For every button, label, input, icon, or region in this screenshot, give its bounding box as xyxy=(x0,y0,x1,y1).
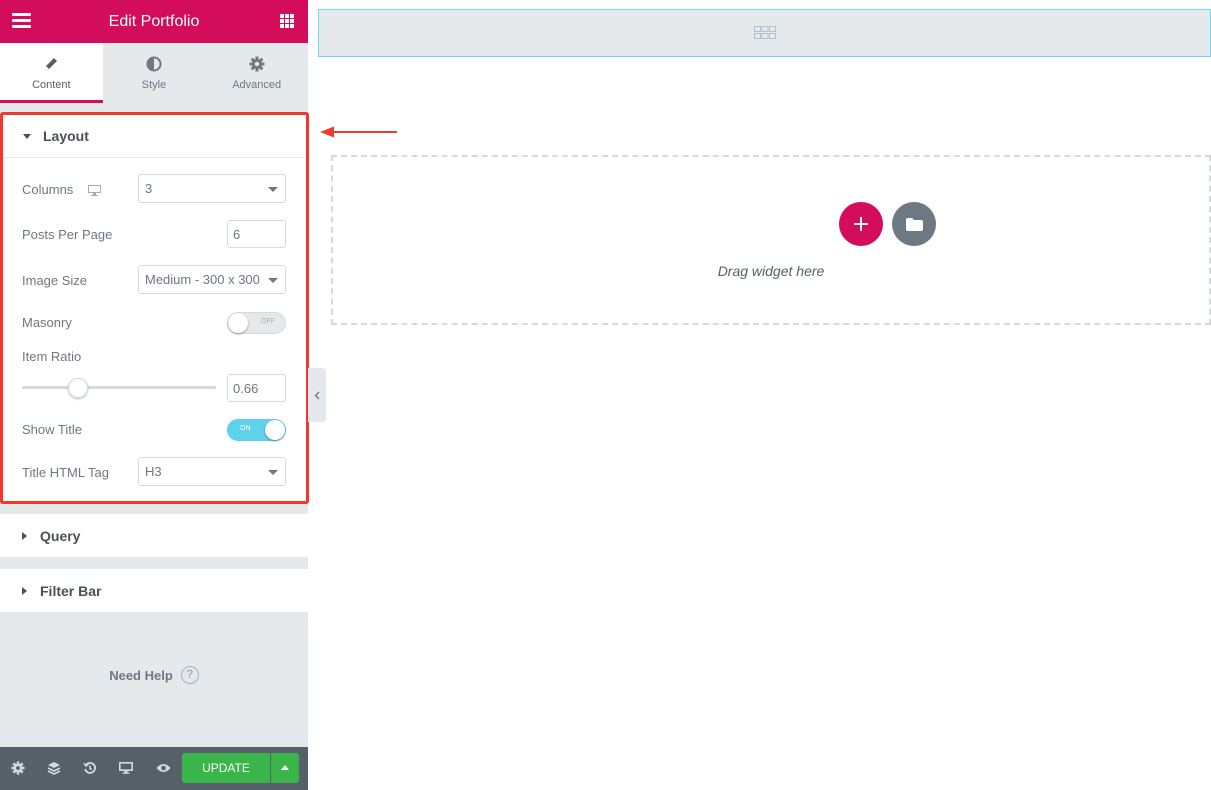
panel-header: Edit Portfolio xyxy=(0,0,308,43)
masonry-label: Masonry xyxy=(22,315,72,330)
toggle-knob xyxy=(228,313,248,333)
panel-footer: UPDATE xyxy=(0,747,308,790)
caret-down-icon xyxy=(23,133,31,139)
show-title-label: Show Title xyxy=(22,422,82,437)
query-section[interactable]: Query xyxy=(0,514,308,557)
drag-widget-text: Drag widget here xyxy=(717,263,825,279)
columns-label: Columns xyxy=(22,182,74,197)
caret-right-icon xyxy=(22,531,27,540)
add-section-button[interactable] xyxy=(839,202,883,246)
need-help-link[interactable]: Need Help ? xyxy=(0,666,308,684)
filter-bar-section-header[interactable]: Filter Bar xyxy=(0,569,308,612)
hamburger-icon[interactable] xyxy=(12,13,31,29)
chevron-down-icon xyxy=(268,187,278,192)
panel-title: Edit Portfolio xyxy=(108,12,200,30)
chevron-down-icon xyxy=(268,278,278,283)
tab-style[interactable]: Style xyxy=(103,43,206,103)
columns-select[interactable]: 3 xyxy=(138,174,286,203)
show-title-state: ON xyxy=(240,425,251,432)
image-size-select[interactable]: Medium - 300 x 300 xyxy=(138,265,286,294)
tab-advanced[interactable]: Advanced xyxy=(205,43,308,103)
gear-icon xyxy=(205,55,308,73)
item-ratio-value: 0.66 xyxy=(233,381,259,396)
columns-grid-icon xyxy=(753,26,776,39)
grid-icon[interactable] xyxy=(280,14,294,28)
posts-per-page-input[interactable]: 6 xyxy=(227,220,286,248)
desktop-icon[interactable] xyxy=(88,183,101,201)
layers-icon[interactable] xyxy=(45,759,63,777)
add-template-button[interactable] xyxy=(892,202,936,246)
caret-right-icon xyxy=(22,586,27,595)
panel-collapse-handle[interactable] xyxy=(308,368,326,422)
columns-value: 3 xyxy=(145,181,153,196)
responsive-icon[interactable] xyxy=(117,759,135,777)
update-button[interactable]: UPDATE xyxy=(182,753,270,783)
image-size-label: Image Size xyxy=(22,273,88,288)
title-html-tag-value: H3 xyxy=(145,464,162,479)
title-html-tag-label: Title HTML Tag xyxy=(22,465,109,480)
pencil-icon xyxy=(0,55,103,73)
layout-section: Layout Columns 3 Posts Per Page 6 Image … xyxy=(0,112,309,504)
history-icon[interactable] xyxy=(81,759,99,777)
tab-content-label: Content xyxy=(32,79,71,91)
panel-tabs: Content Style Advanced xyxy=(0,43,308,103)
masonry-state: OFF xyxy=(261,318,275,325)
item-ratio-label: Item Ratio xyxy=(22,349,82,364)
chevron-left-icon xyxy=(314,391,320,399)
need-help-label: Need Help xyxy=(109,667,173,683)
tab-content[interactable]: Content xyxy=(0,43,103,103)
toggle-knob xyxy=(265,420,285,440)
red-arrow-annotation xyxy=(320,126,397,138)
settings-icon[interactable] xyxy=(9,759,27,777)
tab-advanced-label: Advanced xyxy=(232,79,282,91)
show-title-toggle[interactable]: ON xyxy=(227,419,286,441)
plus-icon xyxy=(854,217,868,231)
empty-section[interactable] xyxy=(318,9,1211,57)
layout-section-title: Layout xyxy=(43,128,89,144)
masonry-toggle[interactable]: OFF xyxy=(227,312,286,334)
slider-handle[interactable] xyxy=(68,378,89,398)
update-options-button[interactable] xyxy=(271,753,299,783)
chevron-down-icon xyxy=(268,470,278,475)
filter-bar-section[interactable]: Filter Bar xyxy=(0,569,308,612)
title-html-tag-select[interactable]: H3 xyxy=(138,457,286,486)
question-icon: ? xyxy=(180,666,199,684)
folder-icon xyxy=(905,217,923,231)
posts-per-page-label: Posts Per Page xyxy=(22,227,113,242)
item-ratio-slider[interactable] xyxy=(22,378,216,398)
item-ratio-input[interactable]: 0.66 xyxy=(227,374,286,402)
preview-icon[interactable] xyxy=(154,759,172,777)
tab-style-label: Style xyxy=(141,79,167,91)
posts-per-page-value: 6 xyxy=(233,227,241,242)
query-section-title: Query xyxy=(40,527,81,544)
filter-bar-section-title: Filter Bar xyxy=(40,582,102,599)
widget-drop-area[interactable]: Drag widget here xyxy=(331,155,1211,325)
layout-section-header[interactable]: Layout xyxy=(3,115,306,158)
query-section-header[interactable]: Query xyxy=(0,514,308,557)
editor-panel: Edit Portfolio Content Style Advanced La… xyxy=(0,0,309,790)
contrast-icon xyxy=(103,55,206,73)
image-size-value: Medium - 300 x 300 xyxy=(145,272,260,287)
